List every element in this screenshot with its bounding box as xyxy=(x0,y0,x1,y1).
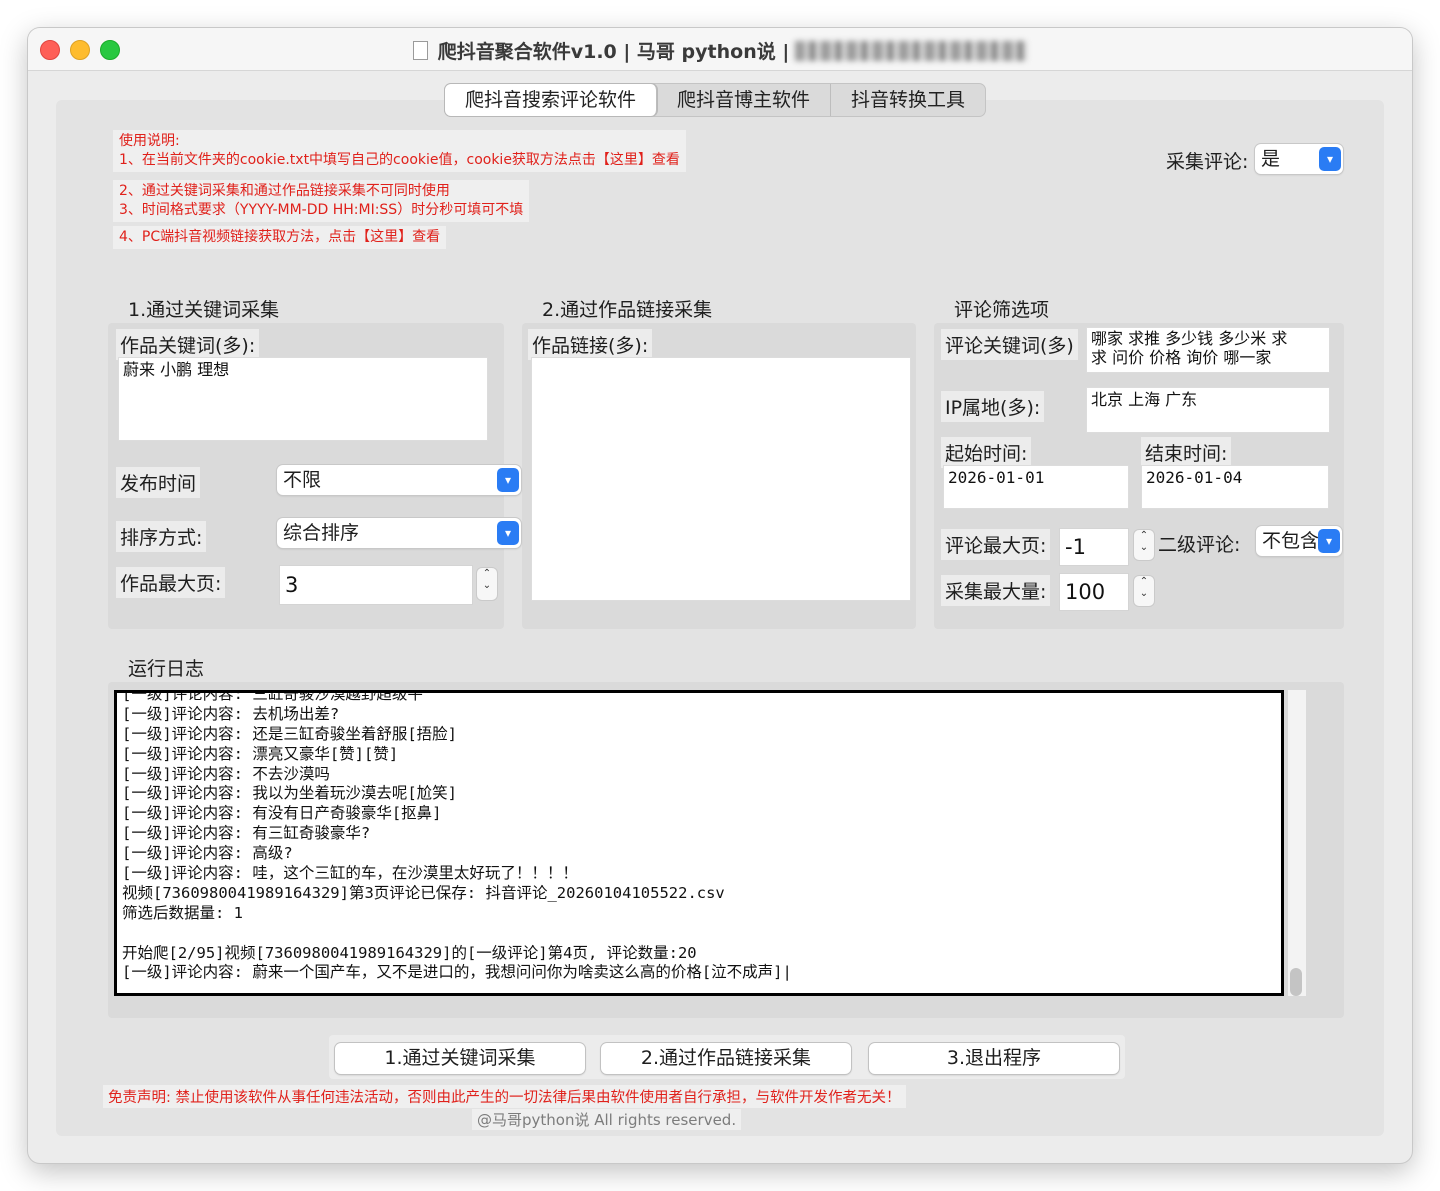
instruction-time-format: 3、时间格式要求（YYYY-MM-DD HH:MI:SS）时分秒可填可不填 xyxy=(119,202,524,218)
redacted-title-text xyxy=(795,41,1028,61)
second-level-label: 二级评论: xyxy=(1158,534,1241,556)
stepper-up-icon[interactable]: ⌃ xyxy=(1134,576,1154,588)
instruction-cookie[interactable]: 1、在当前文件夹的cookie.txt中填写自己的cookie值，cookie获… xyxy=(119,151,680,170)
collect-comments-label: 采集评论: xyxy=(1166,151,1249,173)
instructions-block-1: 使用说明: 1、在当前文件夹的cookie.txt中填写自己的cookie值，c… xyxy=(113,130,686,172)
copyright-text: @马哥python说 All rights reserved. xyxy=(472,1109,742,1130)
exit-button[interactable]: 3.退出程序 xyxy=(869,1043,1119,1074)
publish-time-value: 不限 xyxy=(283,469,322,491)
section-keyword-title: 1.通过关键词采集 xyxy=(128,299,280,321)
log-line: 筛选后数据量: 1 xyxy=(122,903,243,922)
max-count-input[interactable]: 100 xyxy=(1059,573,1129,611)
chevron-down-icon: ▾ xyxy=(1318,529,1340,553)
ip-textarea[interactable]: 北京 上海 广东 xyxy=(1086,387,1330,433)
tab-convert-tool[interactable]: 抖音转换工具 xyxy=(831,84,985,116)
log-line: [一级]评论内容: 不去沙漠吗 xyxy=(122,764,330,783)
publish-time-select[interactable]: 不限 ▾ xyxy=(277,465,521,495)
stepper-down-icon[interactable]: ⌄ xyxy=(477,580,497,592)
chevron-down-icon: ▾ xyxy=(497,521,519,545)
tab-search-comments[interactable]: 爬抖音搜索评论软件 xyxy=(445,84,658,116)
keyword-collect-button[interactable]: 1.通过关键词采集 xyxy=(335,1043,585,1074)
log-title: 运行日志 xyxy=(128,658,205,680)
stepper-down-icon[interactable]: ⌄ xyxy=(1134,542,1154,554)
log-line: 视频[7360980041989164329]第3页评论已保存: 抖音评论_20… xyxy=(122,883,725,902)
sort-value: 综合排序 xyxy=(283,522,360,544)
log-scrollbar[interactable] xyxy=(1288,690,1306,996)
max-comment-page-label: 评论最大页: xyxy=(941,529,1051,560)
max-page-label: 作品最大页: xyxy=(116,567,226,598)
publish-time-label: 发布时间 xyxy=(116,467,201,498)
log-line: [一级]评论内容: 蔚来一个国产车，又不是进口的，我想问问你为啥卖这么高的价格[… xyxy=(122,963,792,982)
instruction-pc-link[interactable]: 4、PC端抖音视频链接获取方法，点击【这里】查看 xyxy=(113,226,447,249)
stepper-down-icon[interactable]: ⌄ xyxy=(1134,588,1154,600)
comment-keyword-textarea[interactable]: 哪家 求推 多少钱 多少米 求 求 问价 价格 询价 哪一家 xyxy=(1086,327,1330,373)
ip-label: IP属地(多): xyxy=(941,391,1045,422)
chevron-down-icon: ▾ xyxy=(497,468,519,492)
chevron-down-icon: ▾ xyxy=(1319,147,1341,171)
section-link-title: 2.通过作品链接采集 xyxy=(542,299,713,321)
max-comment-page-input[interactable]: -1 xyxy=(1059,528,1129,566)
instructions-heading: 使用说明: xyxy=(119,133,180,149)
log-line: [一级]评论内容: 有三缸奇骏豪华? xyxy=(122,824,371,843)
log-line: [一级]评论内容: 高级? xyxy=(122,844,293,863)
log-lines: [一级]评论内容: 三缸奇骏沙漠越野超级牛 [一级]评论内容: 去机场出差? [… xyxy=(117,690,1281,983)
instruction-exclusive: 2、通过关键词采集和通过作品链接采集不可同时使用 xyxy=(119,183,450,199)
end-time-input[interactable]: 2026-01-04 xyxy=(1141,465,1329,509)
end-time-label: 结束时间: xyxy=(1141,437,1232,468)
window-title: 爬抖音聚合软件v1.0 | 马哥 python说 | xyxy=(28,37,1412,64)
sort-select[interactable]: 综合排序 ▾ xyxy=(277,518,521,548)
log-line: 开始爬[2/95]视频[7360980041989164329]的[一级评论]第… xyxy=(122,943,697,962)
second-level-select[interactable]: 不包含 ▾ xyxy=(1256,526,1342,556)
second-level-value: 不包含 xyxy=(1262,530,1320,552)
sort-label: 排序方式: xyxy=(116,521,207,552)
log-line: [一级]评论内容: 我以为坐着玩沙漠去呢[尬笑] xyxy=(122,784,457,803)
instructions-block-2: 2、通过关键词采集和通过作品链接采集不可同时使用 3、时间格式要求（YYYY-M… xyxy=(113,180,530,222)
document-icon xyxy=(412,41,428,60)
max-page-input[interactable]: 3 xyxy=(279,565,473,605)
tab-bar: 爬抖音搜索评论软件 爬抖音博主软件 抖音转换工具 xyxy=(444,83,987,117)
window-title-text: 爬抖音聚合软件v1.0 | 马哥 python说 | xyxy=(437,41,790,63)
max-count-label: 采集最大量: xyxy=(941,575,1051,606)
log-line: [一级]评论内容: 有没有日产奇骏豪华[抠鼻] xyxy=(122,804,442,823)
keyword-label: 作品关键词(多): xyxy=(116,329,260,360)
log-line: [一级]评论内容: 三缸奇骏沙漠越野超级牛 xyxy=(122,690,423,703)
comment-keyword-line2: 求 问价 价格 询价 哪一家 xyxy=(1091,348,1272,367)
log-textarea[interactable]: [一级]评论内容: 三缸奇骏沙漠越野超级牛 [一级]评论内容: 去机场出差? [… xyxy=(114,690,1284,996)
link-label: 作品链接(多): xyxy=(528,329,653,360)
log-line: [一级]评论内容: 还是三缸奇骏坐着舒服[捂脸] xyxy=(122,724,457,743)
stepper-up-icon[interactable]: ⌃ xyxy=(477,568,497,580)
max-count-stepper[interactable]: ⌃ ⌄ xyxy=(1134,576,1154,606)
tab-blogger[interactable]: 爬抖音博主软件 xyxy=(657,84,832,116)
comment-keyword-line1: 哪家 求推 多少钱 多少米 求 xyxy=(1091,329,1288,348)
log-line: [一级]评论内容: 哇，这个三缸的车，在沙漠里太好玩了！！！！ xyxy=(122,864,578,883)
max-page-stepper[interactable]: ⌃ ⌄ xyxy=(477,568,497,600)
log-line: [一级]评论内容: 去机场出差? xyxy=(122,704,340,723)
start-time-label: 起始时间: xyxy=(941,437,1032,468)
log-line: [一级]评论内容: 漂亮又豪华[赞][赞] xyxy=(122,744,399,763)
stepper-up-icon[interactable]: ⌃ xyxy=(1134,530,1154,542)
collect-comments-select[interactable]: 是 ▾ xyxy=(1255,144,1343,174)
link-textarea[interactable] xyxy=(531,357,911,601)
start-time-input[interactable]: 2026-01-01 xyxy=(943,465,1129,509)
comment-keyword-label: 评论关键词(多) xyxy=(941,329,1078,360)
title-bar[interactable]: 爬抖音聚合软件v1.0 | 马哥 python说 | xyxy=(28,28,1412,71)
max-comment-page-stepper[interactable]: ⌃ ⌄ xyxy=(1134,530,1154,560)
link-collect-button[interactable]: 2.通过作品链接采集 xyxy=(601,1043,851,1074)
section-filter-title: 评论筛选项 xyxy=(954,299,1050,321)
keyword-textarea[interactable]: 蔚来 小鹏 理想 xyxy=(118,357,488,441)
disclaimer-text: 免责声明: 禁止使用该软件从事任何违法活动，否则由此产生的一切法律后果由软件使用… xyxy=(103,1085,906,1108)
collect-comments-value: 是 xyxy=(1261,148,1281,170)
log-scrollbar-thumb[interactable] xyxy=(1290,968,1302,996)
